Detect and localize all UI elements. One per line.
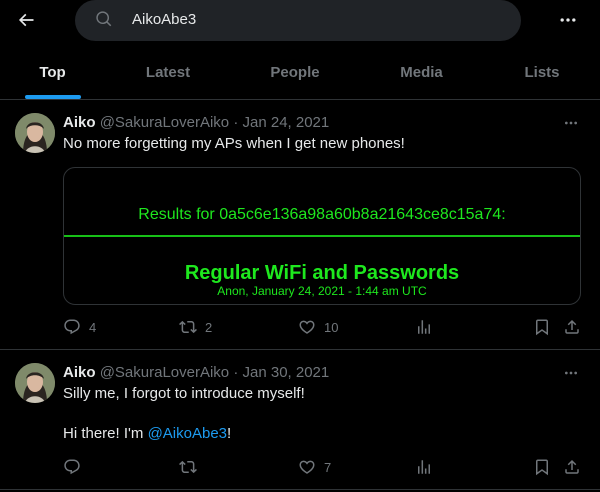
tweet-more-button[interactable] [560, 363, 582, 383]
separator: · [233, 114, 239, 131]
reply-icon [64, 319, 80, 335]
heart-icon [299, 460, 315, 474]
bookmark-icon [536, 319, 548, 336]
reply-button[interactable] [63, 457, 89, 477]
bookmark-button[interactable] [533, 457, 551, 477]
share-icon [565, 459, 579, 474]
link-card[interactable]: Results for 0a5c6e136a98a60b8a21643ce8c1… [63, 167, 581, 305]
tweet-date[interactable]: Jan 24, 2021 [243, 114, 330, 131]
retweet-button[interactable] [179, 457, 205, 477]
separator: · [233, 364, 239, 381]
search-icon [96, 11, 112, 27]
more-horizontal-icon [560, 18, 576, 22]
arrow-left-icon [18, 13, 34, 27]
heart-icon [299, 320, 315, 334]
reply-icon [64, 459, 80, 475]
bookmark-icon [536, 459, 548, 476]
tab-top[interactable]: Top [0, 52, 105, 99]
card-divider [64, 235, 580, 237]
retweet-button[interactable]: 2 [179, 317, 212, 337]
active-tab-indicator [24, 95, 81, 99]
like-button[interactable]: 10 [298, 317, 338, 337]
card-title: Regular WiFi and Passwords [184, 262, 460, 284]
tab-label: Top [39, 64, 66, 81]
search-input[interactable]: AikoAbe3 [75, 0, 521, 41]
tab-label: Lists [524, 64, 560, 81]
search-query: AikoAbe3 [132, 11, 197, 28]
reply-count: 4 [89, 319, 97, 335]
views-button[interactable] [415, 317, 433, 337]
like-button[interactable]: 7 [298, 457, 331, 477]
tab-media[interactable]: Media [359, 52, 484, 99]
display-name[interactable]: Aiko [63, 114, 96, 131]
tweet-text-prefix: Hi there! I'm [63, 425, 148, 442]
back-button[interactable] [14, 8, 38, 32]
tweet-more-button[interactable] [560, 113, 582, 133]
analytics-icon [418, 460, 430, 474]
tab-label: Media [400, 64, 443, 81]
like-count: 10 [324, 319, 339, 335]
tab-lists[interactable]: Lists [484, 52, 600, 99]
tab-latest[interactable]: Latest [105, 52, 231, 99]
tweet-text-suffix: ! [227, 425, 232, 442]
user-handle[interactable]: @SakuraLoverAiko [100, 364, 229, 381]
retweet-count: 2 [205, 319, 213, 335]
tweet-actions: 4 2 10 [63, 317, 583, 337]
user-handle[interactable]: @SakuraLoverAiko [100, 114, 229, 131]
avatar-image [15, 363, 55, 403]
analytics-icon [418, 320, 430, 334]
tweet-text: No more forgetting my APs when I get new… [63, 135, 405, 152]
search-header: AikoAbe3 [0, 0, 600, 44]
views-button[interactable] [415, 457, 433, 477]
tweet[interactable]: Aiko @SakuraLoverAiko · Jan 24, 2021 No … [0, 101, 600, 350]
tab-label: Latest [145, 64, 191, 81]
more-options-button[interactable] [556, 8, 580, 32]
share-button[interactable] [563, 457, 581, 477]
search-tabs: Top Latest People Media Lists [0, 52, 600, 100]
tab-label: People [270, 64, 320, 81]
card-results-line: Results for 0a5c6e136a98a60b8a21643ce8c1… [138, 206, 506, 223]
bookmark-button[interactable] [533, 317, 551, 337]
avatar[interactable] [15, 113, 55, 153]
more-horizontal-icon [565, 371, 577, 375]
reply-button[interactable]: 4 [63, 317, 96, 337]
like-count: 7 [324, 459, 332, 475]
tweet-header: Aiko @SakuraLoverAiko · Jan 30, 2021 [63, 364, 329, 381]
avatar[interactable] [15, 363, 55, 403]
retweet-icon [179, 460, 197, 474]
mention-link[interactable]: @AikoAbe3 [148, 425, 227, 442]
card-subtitle: Anon, January 24, 2021 - 1:44 am UTC [217, 284, 427, 298]
display-name[interactable]: Aiko [63, 364, 96, 381]
tweet-header: Aiko @SakuraLoverAiko · Jan 24, 2021 [63, 114, 329, 131]
tweet-text-line: Hi there! I'm @AikoAbe3! [63, 424, 231, 444]
tweet-text-line: Silly me, I forgot to introduce myself! [63, 385, 305, 402]
share-button[interactable] [563, 317, 581, 337]
retweet-icon [179, 320, 197, 334]
share-icon [565, 319, 579, 334]
tab-people[interactable]: People [231, 52, 359, 99]
tweet-date[interactable]: Jan 30, 2021 [243, 364, 330, 381]
more-horizontal-icon [565, 121, 577, 125]
tweet[interactable]: Aiko @SakuraLoverAiko · Jan 30, 2021 Sil… [0, 351, 600, 490]
tweet-actions: 7 [63, 457, 583, 477]
avatar-image [15, 113, 55, 153]
